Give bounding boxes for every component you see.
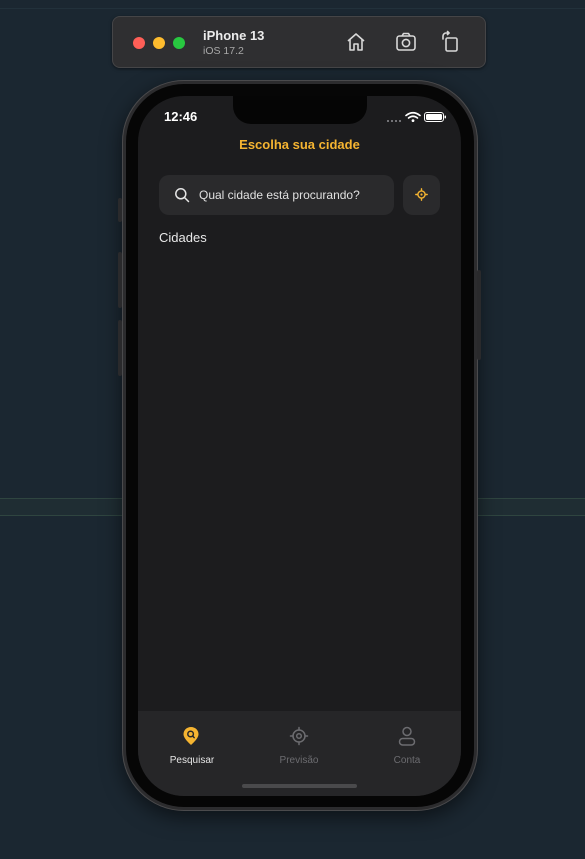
volume-down-button: [118, 320, 122, 376]
signal-icon: [387, 120, 401, 122]
tab-pesquisar[interactable]: Pesquisar: [138, 711, 246, 781]
rotate-icon[interactable]: [439, 30, 463, 54]
screenshot-icon[interactable]: [394, 30, 418, 54]
target-icon: [289, 726, 309, 746]
current-location-button[interactable]: [403, 175, 440, 215]
search-icon: [174, 187, 190, 203]
close-window-button[interactable]: [133, 37, 145, 49]
home-icon[interactable]: [344, 30, 368, 54]
search-location-icon: [183, 727, 199, 745]
page-title: Escolha sua cidade: [239, 137, 360, 152]
battery-icon: [424, 112, 446, 122]
mute-switch: [118, 198, 122, 222]
search-input[interactable]: [199, 175, 389, 215]
status-icons: [386, 110, 448, 122]
simulator-toolbar: iPhone 13 iOS 17.2: [112, 16, 486, 68]
status-time: 12:46: [164, 109, 198, 124]
tab-conta[interactable]: Conta: [353, 711, 461, 781]
os-version: iOS 17.2: [203, 45, 244, 57]
zoom-window-button[interactable]: [173, 37, 185, 49]
power-button: [477, 270, 481, 360]
wifi-icon: [405, 111, 421, 119]
tab-previsao[interactable]: Previsão: [245, 711, 353, 781]
home-indicator[interactable]: [242, 784, 357, 788]
volume-up-button: [118, 252, 122, 308]
tab-label: Pesquisar: [169, 755, 215, 766]
cities-section-title: Cidades: [159, 230, 207, 245]
phone-screen: 12:46 Escolha sua cidade Qual cidade est…: [138, 96, 461, 796]
desktop-divider: [0, 8, 585, 9]
location-target-icon: [415, 188, 428, 201]
user-icon: [398, 726, 416, 746]
notch: [233, 96, 367, 124]
search-box[interactable]: [159, 175, 394, 215]
device-name: iPhone 13: [203, 28, 265, 43]
tab-label: Previsão: [279, 755, 319, 766]
minimize-window-button[interactable]: [153, 37, 165, 49]
tab-label: Conta: [393, 755, 421, 766]
tab-bar: Pesquisar Previsão Conta: [138, 711, 461, 796]
